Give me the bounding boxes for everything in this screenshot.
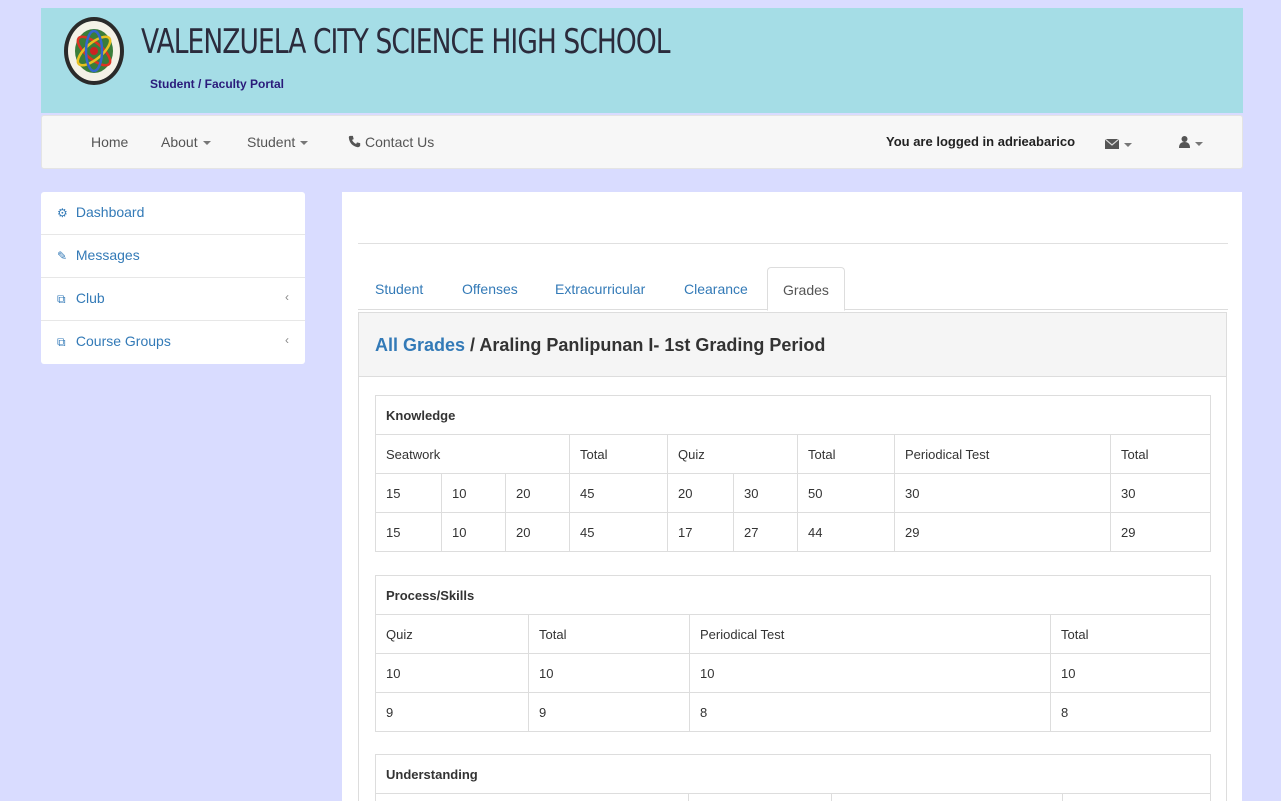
school-name: VALENZUELA CITY SCIENCE HIGH SCHOOL xyxy=(141,22,671,62)
column-header xyxy=(375,793,689,801)
all-grades-link[interactable]: All Grades xyxy=(375,335,465,355)
table-cell: 29 xyxy=(1109,512,1212,552)
tab-bar: Student Offenses Extracurricular Clearan… xyxy=(358,267,1228,311)
table-cell: 15 xyxy=(375,473,442,513)
nav-student-label: Student xyxy=(247,134,296,150)
sidebar-item-label: Messages xyxy=(75,247,140,263)
panel-title: / Araling Panlipunan I- 1st Grading Peri… xyxy=(465,335,826,355)
table-row: 15 10 20 45 17 27 44 29 29 xyxy=(375,512,1212,552)
table-row: 10 10 10 10 xyxy=(375,653,1212,693)
nav-about-dropdown[interactable]: About xyxy=(161,134,211,150)
chevron-left-icon: ‹ xyxy=(285,333,289,347)
nav-contact[interactable]: Contact Us xyxy=(348,134,434,150)
column-header: Total xyxy=(1049,614,1212,654)
table-cell: 45 xyxy=(569,473,668,513)
column-header: Quiz xyxy=(375,614,529,654)
sidebar-item-label: Course Groups xyxy=(75,333,171,349)
sidebar-item-club[interactable]: ⧉ Club ‹ xyxy=(41,278,305,321)
site-header: VALENZUELA CITY SCIENCE HIGH SCHOOL Stud… xyxy=(41,8,1243,113)
table-cell: 17 xyxy=(667,512,734,552)
edit-icon: ✎ xyxy=(57,249,68,263)
process-skills-table: Process/Skills Quiz Total Periodical Tes… xyxy=(374,575,1212,732)
caret-down-icon xyxy=(1124,143,1132,148)
caret-down-icon xyxy=(202,141,211,146)
table-cell: 27 xyxy=(733,512,798,552)
column-header: Periodical Test xyxy=(689,614,1051,654)
process-skills-title: Process/Skills xyxy=(374,575,1212,615)
sidebar-item-dashboard[interactable]: ⚙ Dashboard xyxy=(41,192,305,235)
column-header xyxy=(1061,793,1212,801)
column-header: Seatwork xyxy=(375,434,570,474)
tab-extracurricular[interactable]: Extracurricular xyxy=(555,267,645,310)
sidebar-item-course-groups[interactable]: ⧉ Course Groups ‹ xyxy=(41,321,305,364)
knowledge-table: Knowledge Seatwork Total Quiz Total Peri… xyxy=(374,395,1212,552)
logged-in-status: You are logged in adrieabarico xyxy=(886,134,1076,149)
copy-icon: ⧉ xyxy=(57,292,66,306)
table-cell: 20 xyxy=(505,512,570,552)
panel-heading: All Grades / Araling Panlipunan I- 1st G… xyxy=(359,313,1226,377)
tab-grades[interactable]: Grades xyxy=(767,267,845,311)
envelope-icon xyxy=(1104,138,1120,149)
school-seal-logo xyxy=(64,17,124,85)
table-cell: 8 xyxy=(1049,692,1212,732)
table-cell: 30 xyxy=(1109,473,1212,513)
sidebar-item-messages[interactable]: ✎ Messages xyxy=(41,235,305,278)
nav-home[interactable]: Home xyxy=(91,134,128,150)
table-cell: 20 xyxy=(505,473,570,513)
chevron-left-icon: ‹ xyxy=(285,290,289,304)
table-cell: 45 xyxy=(569,512,668,552)
copy-icon: ⧉ xyxy=(57,335,66,349)
table-cell: 10 xyxy=(528,653,690,693)
column-header: Total xyxy=(1109,434,1212,474)
table-cell: 9 xyxy=(528,692,690,732)
nav-contact-label: Contact Us xyxy=(365,134,435,150)
sidebar-item-label: Dashboard xyxy=(75,204,145,220)
caret-down-icon xyxy=(1195,142,1203,147)
user-icon xyxy=(1179,136,1190,148)
tab-clearance[interactable]: Clearance xyxy=(684,267,748,310)
column-header xyxy=(831,793,1063,801)
nav-student-dropdown[interactable]: Student xyxy=(247,134,309,150)
knowledge-title: Knowledge xyxy=(374,395,1212,435)
main-content: Student Offenses Extracurricular Clearan… xyxy=(342,192,1242,801)
table-cell: 10 xyxy=(689,653,1051,693)
column-header: Total xyxy=(569,434,668,474)
nav-about-label: About xyxy=(161,134,198,150)
grades-panel: All Grades / Araling Panlipunan I- 1st G… xyxy=(358,312,1227,801)
sidebar: ⚙ Dashboard ✎ Messages ⧉ Club ‹ ⧉ Course… xyxy=(41,192,305,364)
table-cell: 50 xyxy=(797,473,895,513)
table-cell: 15 xyxy=(375,512,442,552)
table-cell: 8 xyxy=(689,692,1051,732)
table-cell: 10 xyxy=(441,473,506,513)
table-cell: 10 xyxy=(1049,653,1212,693)
column-header: Quiz xyxy=(667,434,798,474)
table-cell: 30 xyxy=(894,473,1111,513)
sidebar-item-label: Club xyxy=(75,290,105,306)
table-row: 9 9 8 8 xyxy=(375,692,1212,732)
tab-student[interactable]: Student xyxy=(375,267,423,310)
table-cell: 10 xyxy=(441,512,506,552)
tab-offenses[interactable]: Offenses xyxy=(462,267,518,310)
caret-down-icon xyxy=(300,141,309,146)
table-row: 15 10 20 45 20 30 50 30 30 xyxy=(375,473,1212,513)
top-navbar: Home About Student Contact Us You are lo… xyxy=(41,115,1243,169)
table-cell: 30 xyxy=(733,473,798,513)
column-header: Total xyxy=(528,614,690,654)
phone-icon xyxy=(348,135,361,148)
column-header: Periodical Test xyxy=(894,434,1111,474)
user-dropdown[interactable] xyxy=(1179,135,1203,151)
column-header: Total xyxy=(797,434,895,474)
table-cell: 29 xyxy=(894,512,1111,552)
table-cell: 44 xyxy=(797,512,895,552)
table-cell: 10 xyxy=(375,653,529,693)
table-cell: 9 xyxy=(375,692,529,732)
portal-subtitle: Student / Faculty Portal xyxy=(150,77,285,91)
table-cell: 20 xyxy=(667,473,734,513)
column-header xyxy=(688,793,832,801)
messages-dropdown[interactable] xyxy=(1104,136,1132,152)
understanding-title: Understanding xyxy=(374,754,1212,794)
dashboard-icon: ⚙ xyxy=(57,206,68,220)
divider xyxy=(358,243,1228,244)
understanding-table: Understanding xyxy=(374,754,1212,801)
